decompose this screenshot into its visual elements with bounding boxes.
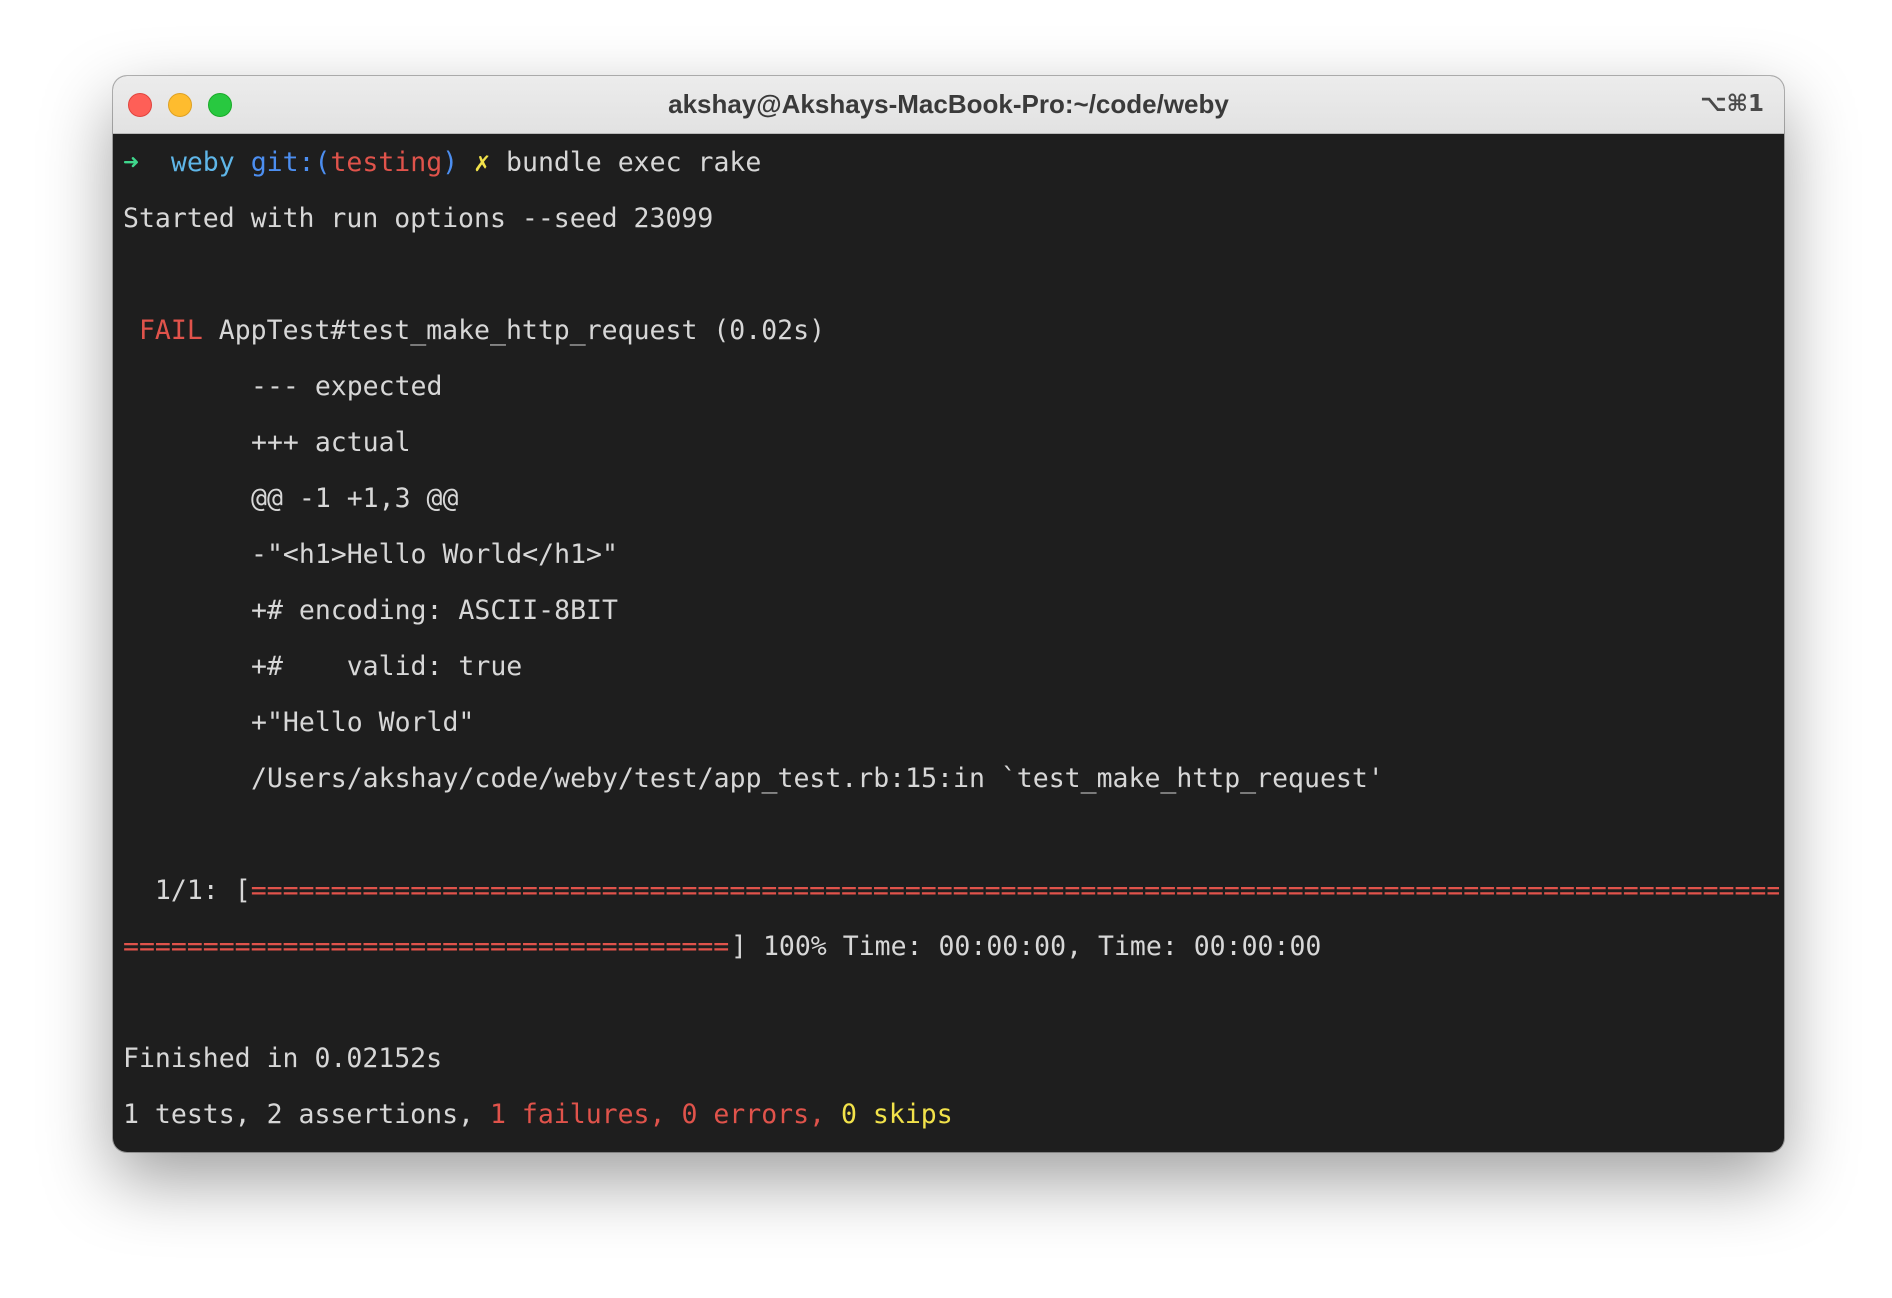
progress-percent: 100% <box>762 931 827 962</box>
progress-close-bracket: ] <box>731 931 747 962</box>
title-bar[interactable]: akshay@Akshays-MacBook-Pro:~/code/weby ⌥… <box>113 76 1784 134</box>
progress-line-2: ======================================] … <box>123 919 1784 975</box>
summary-line: 1 tests, 2 assertions, 1 failures, 0 err… <box>123 1087 1784 1143</box>
window-shortcut: ⌥⌘1 <box>1700 91 1764 117</box>
diff-line: @@ -1 +1,3 @@ <box>251 483 459 514</box>
diff-line: +# valid: true <box>251 651 523 682</box>
backtrace-line: /Users/akshay/code/weby/test/app_test.rb… <box>251 763 1384 794</box>
git-prefix: git:( <box>250 147 331 178</box>
git-suffix: ) <box>442 147 459 178</box>
prompt-directory: weby <box>170 147 235 178</box>
diff-line: +# encoding: ASCII-8BIT <box>251 595 618 626</box>
progress-bar-continued: ====================================== <box>123 931 730 962</box>
fail-label: FAIL <box>138 315 203 346</box>
diff-line: +"Hello World" <box>251 707 475 738</box>
dirty-mark-icon: ✗ <box>474 147 491 178</box>
progress-count: 1/1: <box>154 875 219 906</box>
started-line: Started with run options --seed 23099 <box>123 203 714 234</box>
diff-line: +++ actual <box>251 427 411 458</box>
prompt-line: ➜ weby git:(testing) ✗ bundle exec rake <box>123 135 1784 191</box>
diff-line: --- expected <box>251 371 443 402</box>
progress-open-bracket: [ <box>234 875 251 906</box>
terminal-output[interactable]: ➜ weby git:(testing) ✗ bundle exec rake … <box>123 135 1784 1152</box>
finished-line: Finished in 0.02152s <box>123 1043 443 1074</box>
terminal-window[interactable]: akshay@Akshays-MacBook-Pro:~/code/weby ⌥… <box>113 76 1784 1152</box>
command-text: bundle exec rake <box>506 147 762 178</box>
window-title: akshay@Akshays-MacBook-Pro:~/code/weby <box>668 89 1229 119</box>
progress-bar: ========================================… <box>250 875 1779 906</box>
diff-line: -"<h1>Hello World</h1>" <box>251 539 618 570</box>
progress-line-1: 1/1: [==================================… <box>123 863 1784 919</box>
summary-failures: 1 failures, <box>489 1099 666 1130</box>
progress-time: Time: 00:00:00, Time: 00:00:00 <box>842 931 1322 962</box>
git-branch: testing <box>330 147 443 178</box>
summary-tests: 1 tests, 2 assertions, <box>123 1099 474 1130</box>
summary-skips: 0 skips <box>841 1099 953 1130</box>
summary-errors: 0 errors, <box>681 1099 826 1130</box>
fail-line: FAIL AppTest#test_make_http_request (0.0… <box>123 303 1784 359</box>
fail-test-name: AppTest#test_make_http_request (0.02s) <box>218 315 826 346</box>
prompt-arrow-icon: ➜ <box>123 147 139 178</box>
